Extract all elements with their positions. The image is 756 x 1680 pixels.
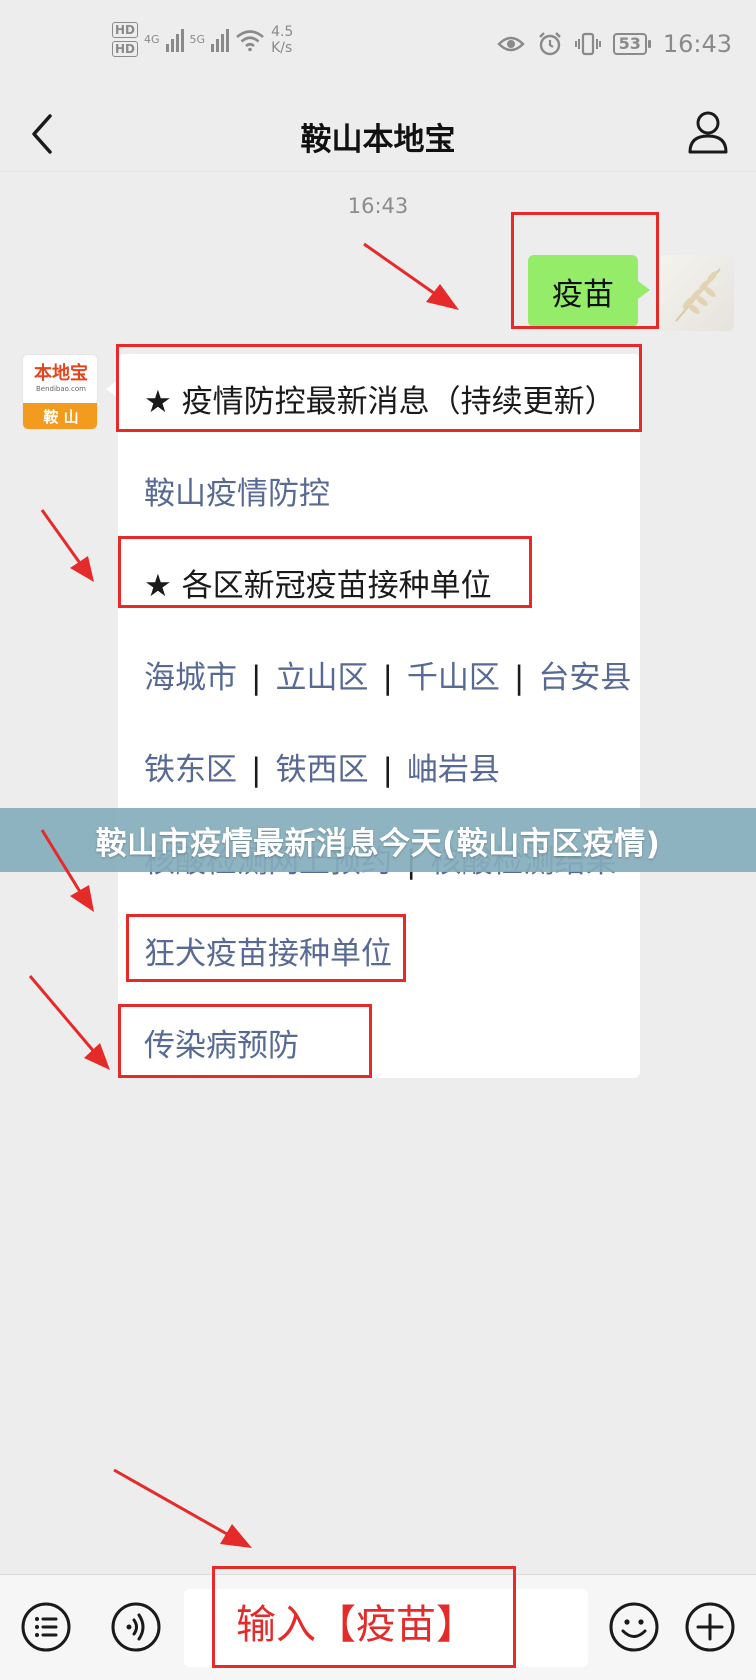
wheat-image [675, 268, 721, 322]
highlight-box-latest-news [116, 344, 642, 432]
separator: | [251, 752, 262, 788]
district-link[interactable]: 千山区 [407, 660, 500, 696]
district-link[interactable]: 台安县 [538, 660, 631, 696]
arrow-icon [113, 1468, 252, 1548]
bot-avatar-brand: 本地宝 [34, 363, 88, 384]
highlight-box-vaccine-sites [118, 536, 532, 608]
user-avatar[interactable] [658, 255, 734, 331]
battery-icon: 53 [612, 33, 651, 55]
banner-text: 鞍山市疫情最新消息今天(鞍山市区疫情) [95, 825, 661, 862]
separator: | [251, 660, 262, 696]
separator: | [382, 660, 393, 696]
district-link[interactable]: 铁西区 [275, 752, 368, 788]
separator: | [382, 752, 393, 788]
signal-icon-2 [211, 28, 230, 52]
input-hint-text: 输入【疫苗】 [236, 1602, 476, 1648]
voice-icon[interactable] [110, 1601, 162, 1653]
hd-badge-1: HD [112, 22, 139, 38]
network-type-1: 4G [144, 33, 160, 46]
district-row-1: 海城市 | 立山区 | 千山区 | 台安县 [144, 652, 631, 697]
bot-avatar-url: Bendibao.com [35, 385, 86, 393]
network-speed: 4.5 K/s [271, 24, 293, 56]
district-link[interactable]: 岫岩县 [407, 752, 500, 788]
profile-icon[interactable] [686, 108, 730, 156]
article-title-banner: 鞍山市疫情最新消息今天(鞍山市区疫情) [0, 808, 756, 872]
separator: | [513, 660, 525, 696]
arrow-icon [40, 509, 94, 582]
alarm-icon [538, 32, 561, 56]
wifi-icon [236, 29, 264, 51]
bot-avatar[interactable]: 本地宝 Bendibao.com 鞍 山 [22, 354, 98, 430]
hd-badge-2: HD [112, 41, 139, 57]
battery-level: 53 [612, 33, 647, 55]
network-speed-unit: K/s [271, 39, 293, 56]
menu-item-epidemic-control[interactable]: 鞍山疫情防控 [144, 468, 330, 513]
eye-icon [496, 36, 525, 52]
network-type-2: 5G [189, 33, 206, 46]
emoji-icon[interactable] [608, 1601, 660, 1653]
menu-list-icon[interactable] [20, 1601, 72, 1653]
signal-icon [165, 28, 184, 52]
vibrate-icon [574, 32, 601, 56]
highlight-box-rabies [126, 914, 406, 982]
status-bar-left: HD HD 4G 5G 4.5 K/s [112, 22, 293, 57]
network-speed-value: 4.5 [271, 23, 294, 40]
status-bar: HD HD 4G 5G 4.5 K/s 53 16:43 [0, 0, 756, 96]
status-time: 16:43 [662, 30, 732, 58]
status-bar-right: 53 16:43 [496, 30, 732, 58]
highlight-box-sent [511, 212, 659, 329]
arrow-icon [363, 242, 459, 310]
nav-bar: 鞍山本地宝 [0, 96, 756, 172]
highlight-box-infectious [118, 1004, 372, 1078]
district-link[interactable]: 海城市 [144, 660, 237, 696]
arrow-icon [28, 975, 110, 1070]
hd-badges: HD HD [112, 22, 139, 57]
district-link[interactable]: 铁东区 [144, 752, 237, 788]
plus-icon[interactable] [684, 1601, 736, 1653]
district-link[interactable]: 立山区 [275, 660, 368, 696]
district-row-2: 铁东区 | 铁西区 | 岫岩县 [144, 744, 500, 789]
page-title: 鞍山本地宝 [300, 122, 456, 158]
bot-avatar-city: 鞍 山 [23, 403, 97, 429]
